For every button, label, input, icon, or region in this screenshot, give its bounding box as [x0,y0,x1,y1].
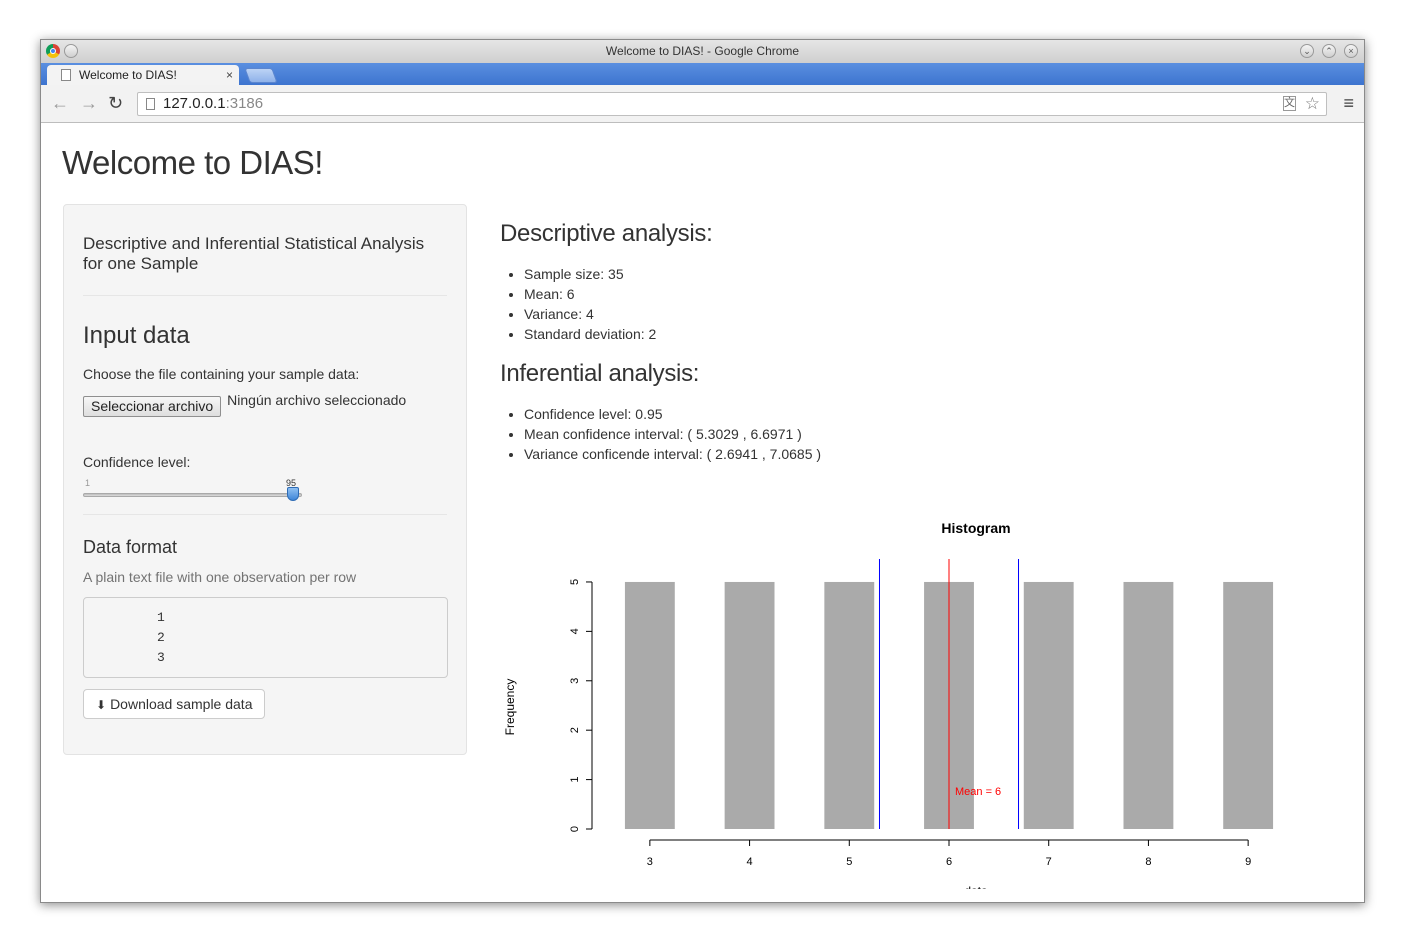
list-item: Mean confidence interval: ( 5.3029 , 6.6… [524,424,821,444]
window-pin-button[interactable] [64,44,78,58]
new-tab-button[interactable] [244,68,278,83]
histogram-bar [1223,581,1274,829]
histogram-bar [1023,581,1074,829]
data-format-help: A plain text file with one observation p… [83,569,357,585]
x-tick-label: 4 [747,856,753,868]
histogram-bar [824,581,875,829]
file-input: Seleccionar archivo Ningún archivo selec… [83,392,447,417]
list-item: Confidence level: 0.95 [524,404,821,424]
sample-line: 3 [157,650,165,665]
back-arrow-icon[interactable]: ← [51,93,69,113]
y-tick-label: 2 [569,727,581,733]
reload-icon[interactable]: ↻ [108,93,123,113]
url-host: 127.0.0.1 [163,95,226,112]
inferential-list: Confidence level: 0.95 Mean confidence i… [500,404,821,464]
tab-close-icon[interactable]: × [226,65,233,85]
hamburger-menu-icon[interactable]: ≡ [1343,93,1354,114]
title-bar-left [46,44,78,58]
forward-arrow-icon[interactable]: → [80,93,98,113]
sidebar-panel: Descriptive and Inferential Statistical … [63,204,467,755]
translate-icon[interactable]: 文 [1283,96,1296,111]
histogram-bar [724,581,775,829]
address-bar[interactable]: 127.0.0.1:3186 文 ☆ [137,92,1327,116]
divider [83,514,447,515]
close-window-button[interactable]: × [1344,44,1358,58]
x-tick-label: 6 [946,856,952,868]
page-title: Welcome to DIAS! [62,144,323,181]
list-item: Variance: 4 [524,304,656,324]
x-tick-label: 5 [846,856,852,868]
y-tick-label: 0 [569,826,581,832]
choose-file-button[interactable]: Seleccionar archivo [83,396,222,417]
descriptive-heading: Descriptive analysis: [500,220,713,247]
sidebar-subtitle: Descriptive and Inferential Statistical … [83,234,425,273]
histogram-bar [624,581,675,829]
x-tick-label: 9 [1245,856,1251,868]
star-icon[interactable]: ☆ [1305,93,1320,115]
slider-min-label: 1 [85,478,91,488]
title-bar: Welcome to DIAS! - Google Chrome ⌄ ⌃ × [41,40,1364,63]
download-icon: ⬇ [96,698,107,712]
list-item: Standard deviation: 2 [524,324,656,344]
y-tick-label: 1 [569,777,581,783]
file-input-label: Choose the file containing your sample d… [83,366,360,382]
y-tick-label: 3 [569,678,581,684]
window-title: Welcome to DIAS! - Google Chrome [605,44,800,58]
confidence-label: Confidence level: [83,454,191,470]
browser-window: Welcome to DIAS! - Google Chrome ⌄ ⌃ × W… [40,39,1365,903]
minimize-button[interactable]: ⌄ [1300,44,1314,58]
mean-label: Mean = 6 [955,786,1001,798]
list-item: Sample size: 35 [524,264,656,284]
list-item: Mean: 6 [524,284,656,304]
histogram-chart: Histogram 3 4 5 6 7 8 9 data 0 1 2 3 4 5 Frequency Mean … [503,520,1274,889]
page-icon [61,69,71,81]
y-tick-label: 4 [569,628,581,634]
inferential-heading: Inferential analysis: [500,360,700,387]
window-controls: ⌄ ⌃ × [1300,44,1358,58]
x-tick-label: 8 [1145,856,1151,868]
tab-strip: Welcome to DIAS! × [41,63,1364,85]
tab-welcome[interactable]: Welcome to DIAS! × [47,65,239,85]
slider-handle[interactable] [287,487,299,501]
url-port: :3186 [225,95,264,112]
browser-toolbar: ← → ↻ 127.0.0.1:3186 文 ☆ ≡ [41,85,1364,123]
tab-title: Welcome to DIAS! [79,68,177,82]
divider [83,295,447,296]
sample-line: 2 [157,630,165,645]
file-status: Ningún archivo seleccionado [227,392,407,408]
x-tick-label: 7 [1046,856,1052,868]
sample-line: 1 [157,610,165,625]
chrome-logo-icon [46,44,60,58]
x-tick-label: 3 [647,856,653,868]
x-axis-label: data [964,884,988,889]
y-axis-label: Frequency [503,679,517,736]
download-sample-button[interactable]: ⬇ Download sample data [83,689,266,719]
data-format-heading: Data format [83,537,178,557]
confidence-slider[interactable]: 1 95 [83,478,447,508]
histogram-bar [1123,581,1174,829]
page-icon [146,98,155,110]
y-tick-label: 5 [569,579,581,585]
page-content: Welcome to DIAS! Descriptive and Inferen… [41,124,1364,902]
download-label: Download sample data [110,696,253,712]
maximize-button[interactable]: ⌃ [1322,44,1336,58]
list-item: Variance conficende interval: ( 2.6941 ,… [524,444,821,464]
input-data-heading: Input data [83,322,190,349]
slider-track[interactable] [83,493,302,497]
sample-data-preview: 1 2 3 [83,597,448,678]
descriptive-list: Sample size: 35 Mean: 6 Variance: 4 Stan… [500,264,656,344]
chart-title: Histogram [941,520,1010,536]
